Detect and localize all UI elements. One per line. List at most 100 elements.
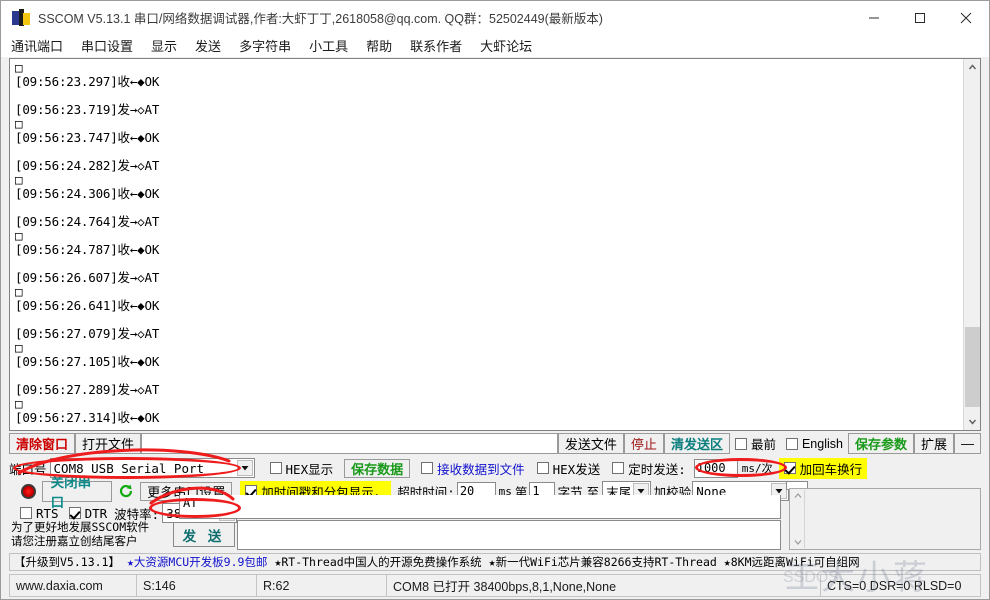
port-label: 端口号	[9, 461, 47, 477]
scroll-down-icon	[794, 540, 801, 545]
promotion-item[interactable]: 【升级到V5.13.1】	[14, 554, 120, 570]
log-line: [09:56:23.747]收←◆OK	[15, 130, 160, 145]
extend-button[interactable]: 扩展	[913, 433, 954, 454]
window-title: SSCOM V5.13.1 串口/网络数据调试器,作者:大虾丁丁,2618058…	[38, 12, 603, 26]
promotion-item[interactable]: ★新一代WiFi芯片兼容8266支持RT-Thread	[489, 554, 717, 570]
hex-send-checkbox[interactable]: HEX发送	[532, 458, 606, 479]
scroll-up-icon[interactable]	[964, 59, 981, 76]
recv-to-file-label: 接收数据到文件	[437, 461, 525, 477]
topmost-checkbox-box[interactable]	[734, 437, 747, 450]
menu-item-port-setup[interactable]: 串口设置	[81, 36, 133, 55]
timed-send-checkbox[interactable]: 定时发送:	[607, 458, 691, 479]
watermark-small: SSDOS	[782, 569, 839, 586]
log-line: [09:56:26.607]发→◇AT	[15, 270, 160, 285]
dtr-label: DTR	[84, 505, 108, 521]
hex-send-checkbox-box[interactable]	[536, 462, 549, 474]
dtr-checkbox-box[interactable]	[68, 507, 81, 519]
send-text-input[interactable]: AT	[179, 495, 781, 519]
crlf-checkbox[interactable]: 加回车换行	[778, 457, 868, 479]
right-panel-scrollbar[interactable]	[791, 490, 805, 548]
menu-item-forum[interactable]: 大虾论坛	[480, 36, 532, 55]
stop-button[interactable]: 停止	[623, 433, 664, 454]
refresh-ports-icon[interactable]	[118, 483, 134, 500]
app-icon	[12, 8, 30, 27]
minimize-icon[interactable]	[851, 1, 897, 34]
log-line: [09:56:23.719]发→◇AT	[15, 102, 160, 117]
promo-line-1: 为了更好地发展SSCOM软件	[11, 520, 150, 534]
log-line-marker: □	[15, 396, 23, 411]
log-line: [09:56:27.314]收←◆OK	[15, 410, 160, 425]
status-website[interactable]: www.daxia.com	[9, 574, 137, 597]
timed-send-interval-input[interactable]: 1000	[693, 458, 738, 478]
status-sent-count: S:146	[137, 574, 257, 597]
window-controls	[851, 1, 989, 34]
hex-display-checkbox[interactable]: HEX显示	[265, 458, 339, 479]
log-line: [09:56:23.297]收←◆OK	[15, 74, 160, 89]
log-line-marker: □	[15, 116, 23, 131]
menu-item-multistring[interactable]: 多字符串	[239, 36, 291, 55]
english-checkbox[interactable]: English	[781, 433, 848, 454]
recv-to-file-checkbox[interactable]: 接收数据到文件	[416, 458, 530, 479]
promotion-item[interactable]: ★RT-Thread中国人的开源免费操作系统	[274, 554, 481, 570]
scroll-down-icon[interactable]	[964, 413, 981, 430]
registration-promo-text: 为了更好地发展SSCOM软件 请您注册嘉立创结尾客户	[11, 520, 171, 550]
log-line: [09:56:24.764]发→◇AT	[15, 214, 160, 229]
menu-item-contact[interactable]: 联系作者	[410, 36, 462, 55]
log-line: [09:56:27.079]发→◇AT	[15, 326, 160, 341]
log-line: [09:56:27.105]收←◆OK	[15, 354, 160, 369]
crlf-checkbox-box[interactable]	[783, 462, 796, 474]
menu-item-help[interactable]: 帮助	[366, 36, 392, 55]
log-vertical-scrollbar[interactable]	[963, 59, 980, 430]
sscom-window: SSCOM V5.13.1 串口/网络数据调试器,作者:大虾丁丁,2618058…	[0, 0, 990, 600]
chevron-down-icon[interactable]	[236, 460, 253, 476]
scroll-up-icon	[794, 493, 801, 498]
log-line-marker: □	[15, 228, 23, 243]
send-file-button[interactable]: 发送文件	[557, 433, 624, 454]
crlf-label: 加回车换行	[799, 461, 863, 477]
right-side-panel[interactable]	[789, 488, 981, 550]
topmost-checkbox[interactable]: 最前	[730, 433, 781, 454]
recv-to-file-checkbox-box[interactable]	[421, 462, 434, 474]
close-port-button[interactable]: 关闭串口	[41, 475, 112, 510]
clear-window-button[interactable]: 清除窗口	[9, 433, 76, 454]
log-line: [09:56:24.282]发→◇AT	[15, 158, 160, 173]
collapse-button[interactable]: —	[954, 433, 981, 454]
save-params-button[interactable]: 保存参数	[847, 433, 914, 454]
send-button[interactable]: 发 送	[173, 522, 235, 547]
hex-display-checkbox-box[interactable]	[269, 462, 282, 474]
menu-item-send[interactable]: 发送	[195, 36, 221, 55]
port-status-led-icon	[21, 483, 36, 499]
rts-checkbox-box[interactable]	[20, 507, 32, 519]
english-checkbox-box[interactable]	[785, 437, 798, 450]
topmost-label: 最前	[750, 438, 776, 452]
title-bar: SSCOM V5.13.1 串口/网络数据调试器,作者:大虾丁丁,2618058…	[1, 1, 989, 34]
action-toolbar: 清除窗口 打开文件 发送文件 停止 清发送区 最前 English 保存参数 扩…	[9, 433, 981, 456]
log-line-marker: □	[15, 340, 23, 355]
timed-send-checkbox-box[interactable]	[612, 462, 625, 474]
close-icon[interactable]	[943, 1, 989, 34]
send-file-path-input[interactable]	[141, 433, 558, 454]
english-label: English	[801, 436, 843, 451]
send-history-box[interactable]	[237, 520, 781, 550]
maximize-icon[interactable]	[897, 1, 943, 34]
log-line-marker: □	[15, 284, 23, 299]
scroll-thumb[interactable]	[965, 327, 980, 407]
log-line: [09:56:24.306]收←◆OK	[15, 186, 160, 201]
timed-send-unit-label: ms/次	[741, 462, 773, 475]
menu-item-display[interactable]: 显示	[151, 36, 177, 55]
log-line-marker: □	[15, 172, 23, 187]
menu-item-comm-port[interactable]: 通讯端口	[11, 36, 63, 55]
clear-send-area-button[interactable]: 清发送区	[663, 433, 730, 454]
log-output-area[interactable]: □ [09:56:23.297]收←◆OK [09:56:23.719]发→◇AT…	[9, 58, 981, 431]
save-data-button[interactable]: 保存数据	[344, 458, 411, 478]
open-file-button[interactable]: 打开文件	[75, 433, 142, 454]
promo-line-2: 请您注册嘉立创结尾客户	[11, 534, 138, 548]
promotion-item[interactable]: ★大资源MCU开发板9.9包邮	[127, 554, 267, 570]
menu-item-tools[interactable]: 小工具	[309, 36, 348, 55]
log-line-marker: □	[15, 60, 23, 75]
